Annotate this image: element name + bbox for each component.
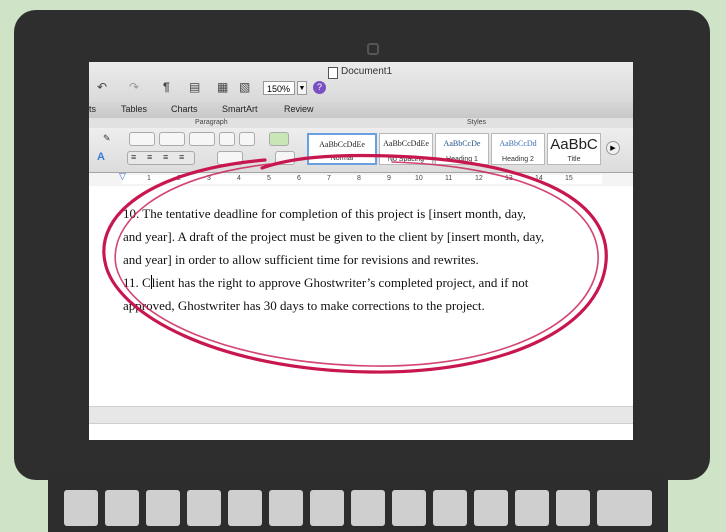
tab-charts[interactable]: Charts	[171, 104, 198, 114]
align-center-icon[interactable]: ≡	[147, 152, 152, 162]
tab-smartart[interactable]: SmartArt	[222, 104, 258, 114]
bullets-button[interactable]	[129, 132, 155, 146]
chevron-right-icon[interactable]: ▶	[606, 141, 620, 155]
alignment-buttons[interactable]	[127, 151, 195, 165]
ribbon: ✎ A ≡ ≡ ≡ ≡ AaBbCcDdEe Normal AaBbCcDdEe…	[89, 128, 633, 173]
line-11-prefix: 11. C	[123, 275, 151, 290]
camera-icon	[367, 43, 379, 55]
ruler-number: 14	[535, 175, 543, 182]
ruler-number: 3	[207, 175, 211, 182]
ruler-number: 1	[147, 175, 151, 182]
ruler-number: 11	[445, 175, 453, 182]
ruler-text-area	[122, 175, 602, 184]
media-icon[interactable]: ▧	[239, 80, 250, 94]
page-gap	[89, 406, 633, 424]
ruler-number: 10	[415, 175, 423, 182]
align-right-icon[interactable]: ≡	[163, 152, 168, 162]
multilevel-button[interactable]	[189, 132, 215, 146]
style-no-spacing-label: No Spacing	[387, 156, 425, 163]
style-normal-sample: AaBbCcDdEe	[319, 140, 365, 149]
increase-indent-button[interactable]	[239, 132, 255, 146]
document-line: approved, Ghostwriter has 30 days to mak…	[123, 298, 485, 313]
sidebar-icon[interactable]: ▦	[217, 80, 228, 94]
line-11-rest: lient has the right to approve Ghostwrit…	[151, 275, 529, 290]
style-heading-2[interactable]: AaBbCcDd Heading 2	[491, 133, 545, 165]
ribbon-tabs: ts Tables Charts SmartArt Review	[89, 102, 633, 119]
document-icon	[328, 67, 338, 79]
ruler-number: 2	[177, 175, 181, 182]
ribbon-group-labels: Paragraph Styles	[89, 118, 633, 128]
document-line: and year]. A draft of the project must b…	[123, 229, 545, 244]
tab-elements[interactable]: ts	[89, 104, 96, 114]
ruler-number: 7	[327, 175, 331, 182]
paragraph-group-label: Paragraph	[195, 119, 228, 126]
screen: ↶ ↷ ¶ ▤ ▦ ▧ 150% ▼ ? Document1 ts Tables…	[89, 62, 633, 440]
format-painter-icon[interactable]: ✎	[103, 133, 111, 144]
help-icon[interactable]: ?	[313, 81, 326, 94]
document-line-11: 11. Client has the right to approve Ghos…	[123, 275, 528, 291]
style-no-spacing[interactable]: AaBbCcDdEe No Spacing	[379, 133, 433, 165]
ruler-number: 4	[237, 175, 241, 182]
ruler[interactable]: 1 2 3 4 5 6 7 8 9 10 11 12 13 14 15 ▽	[89, 171, 633, 187]
undo-icon[interactable]: ↶	[97, 80, 107, 94]
style-heading-1-label: Heading 1	[446, 156, 478, 163]
align-left-icon[interactable]: ≡	[131, 152, 136, 162]
line-spacing-button[interactable]	[217, 151, 243, 165]
style-title-sample: AaBbC	[550, 136, 598, 153]
keyboard	[48, 472, 668, 532]
document-page[interactable]: 10. The tentative deadline for completio…	[89, 186, 633, 406]
tab-review[interactable]: Review	[284, 104, 314, 114]
numbering-button[interactable]	[159, 132, 185, 146]
shading-button[interactable]	[275, 151, 295, 165]
decrease-indent-button[interactable]	[219, 132, 235, 146]
document-line: and year] in order to allow sufficient t…	[123, 252, 479, 267]
ruler-number: 13	[505, 175, 513, 182]
style-heading-2-label: Heading 2	[502, 156, 534, 163]
styles-group-label: Styles	[467, 119, 487, 126]
style-title[interactable]: AaBbC Title	[547, 133, 601, 165]
ruler-number: 9	[387, 175, 391, 182]
zoom-dropdown-arrow[interactable]: ▼	[297, 81, 307, 95]
toolbar: ↶ ↷ ¶ ▤ ▦ ▧ 150% ▼ ? Document1	[89, 62, 633, 103]
ruler-number: 5	[267, 175, 271, 182]
view-icon[interactable]: ▤	[189, 80, 200, 94]
text-effects-icon[interactable]: A	[97, 151, 105, 163]
zoom-select[interactable]: 150%	[263, 81, 295, 95]
window-title: Document1	[341, 66, 393, 77]
style-heading-1-sample: AaBbCcDe	[443, 139, 481, 148]
redo-icon[interactable]: ↷	[129, 80, 139, 94]
pilcrow-icon[interactable]: ¶	[163, 80, 170, 94]
tab-tables[interactable]: Tables	[121, 104, 147, 114]
indent-marker-icon[interactable]: ▽	[119, 171, 126, 182]
ruler-number: 15	[565, 175, 573, 182]
ruler-number: 6	[297, 175, 301, 182]
style-normal-label: Normal	[330, 155, 354, 162]
style-no-spacing-sample: AaBbCcDdEe	[383, 139, 429, 148]
document-line: 10. The tentative deadline for completio…	[123, 206, 526, 221]
style-heading-1[interactable]: AaBbCcDe Heading 1	[435, 133, 489, 165]
ruler-number: 12	[475, 175, 483, 182]
style-heading-2-sample: AaBbCcDd	[499, 139, 537, 148]
ruler-number: 8	[357, 175, 361, 182]
justify-icon[interactable]: ≡	[179, 152, 184, 162]
style-title-label: Title	[567, 156, 581, 163]
style-normal[interactable]: AaBbCcDdEe Normal	[307, 133, 377, 165]
columns-button[interactable]	[269, 132, 289, 146]
